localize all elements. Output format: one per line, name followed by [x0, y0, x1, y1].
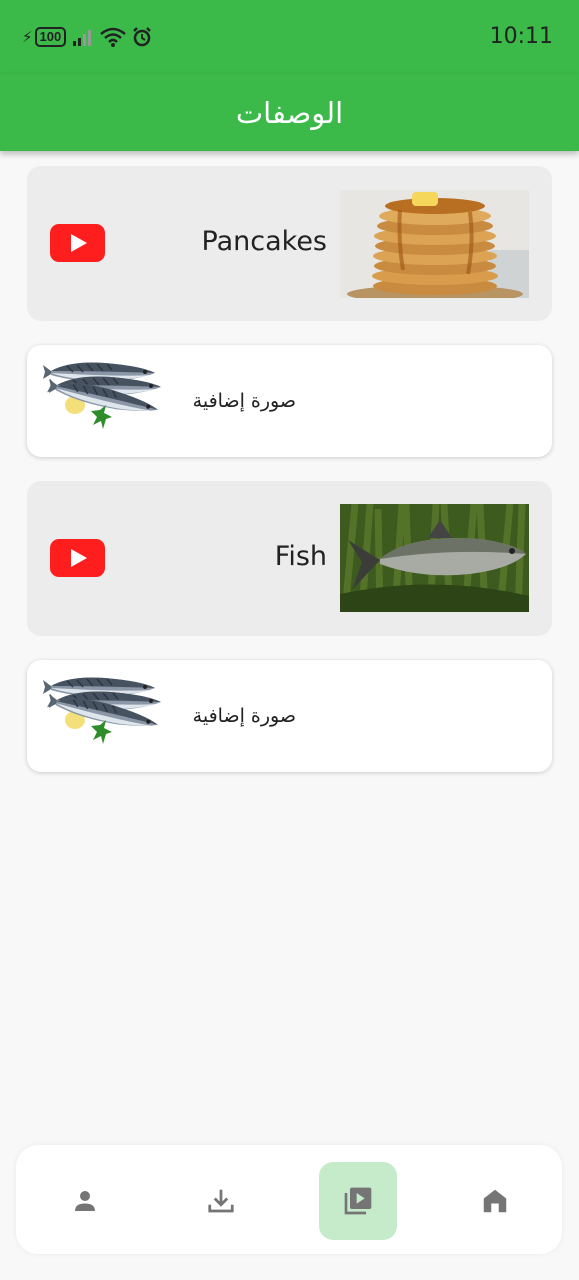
pancakes-image: [340, 190, 529, 298]
battery-indicator: ⚡ 100: [22, 27, 67, 47]
nav-videos[interactable]: [319, 1162, 397, 1240]
nav-home[interactable]: [456, 1162, 534, 1240]
status-icons: ⚡ 100: [22, 25, 152, 49]
bottom-navigation: [16, 1145, 562, 1254]
mackerel-image: [42, 674, 173, 758]
recipe-card-fish[interactable]: Fish: [27, 481, 552, 636]
extra-image-label: صورة إضافية: [192, 390, 296, 412]
person-icon: [75, 1191, 95, 1211]
alarm-icon: [133, 27, 152, 47]
mackerel-image: [42, 359, 173, 443]
status-bar: ⚡ 100 10:11: [0, 0, 579, 74]
charging-icon: ⚡: [22, 29, 33, 46]
video-library-icon: [344, 1187, 372, 1215]
recipe-name: Fish: [274, 541, 327, 572]
extra-image-label: صورة إضافية: [192, 705, 296, 727]
home-icon: [483, 1189, 507, 1213]
app-bar: الوصفات: [0, 74, 579, 151]
wifi-icon: [100, 27, 127, 47]
extra-image-card[interactable]: صورة إضافية: [27, 345, 552, 457]
youtube-icon[interactable]: [50, 224, 105, 262]
fish-image: [340, 504, 529, 612]
signal-icon: [73, 30, 92, 46]
recipe-card-pancakes[interactable]: Pancakes: [27, 166, 552, 321]
recipe-name: Pancakes: [201, 226, 327, 257]
nav-downloads[interactable]: [182, 1162, 260, 1240]
download-icon: [208, 1189, 234, 1213]
nav-profile[interactable]: [46, 1162, 124, 1240]
extra-image-card[interactable]: صورة إضافية: [27, 660, 552, 772]
page-title: الوصفات: [235, 95, 344, 130]
battery-icon: 100: [34, 27, 67, 47]
status-time: 10:11: [489, 24, 553, 49]
youtube-icon[interactable]: [50, 539, 105, 577]
